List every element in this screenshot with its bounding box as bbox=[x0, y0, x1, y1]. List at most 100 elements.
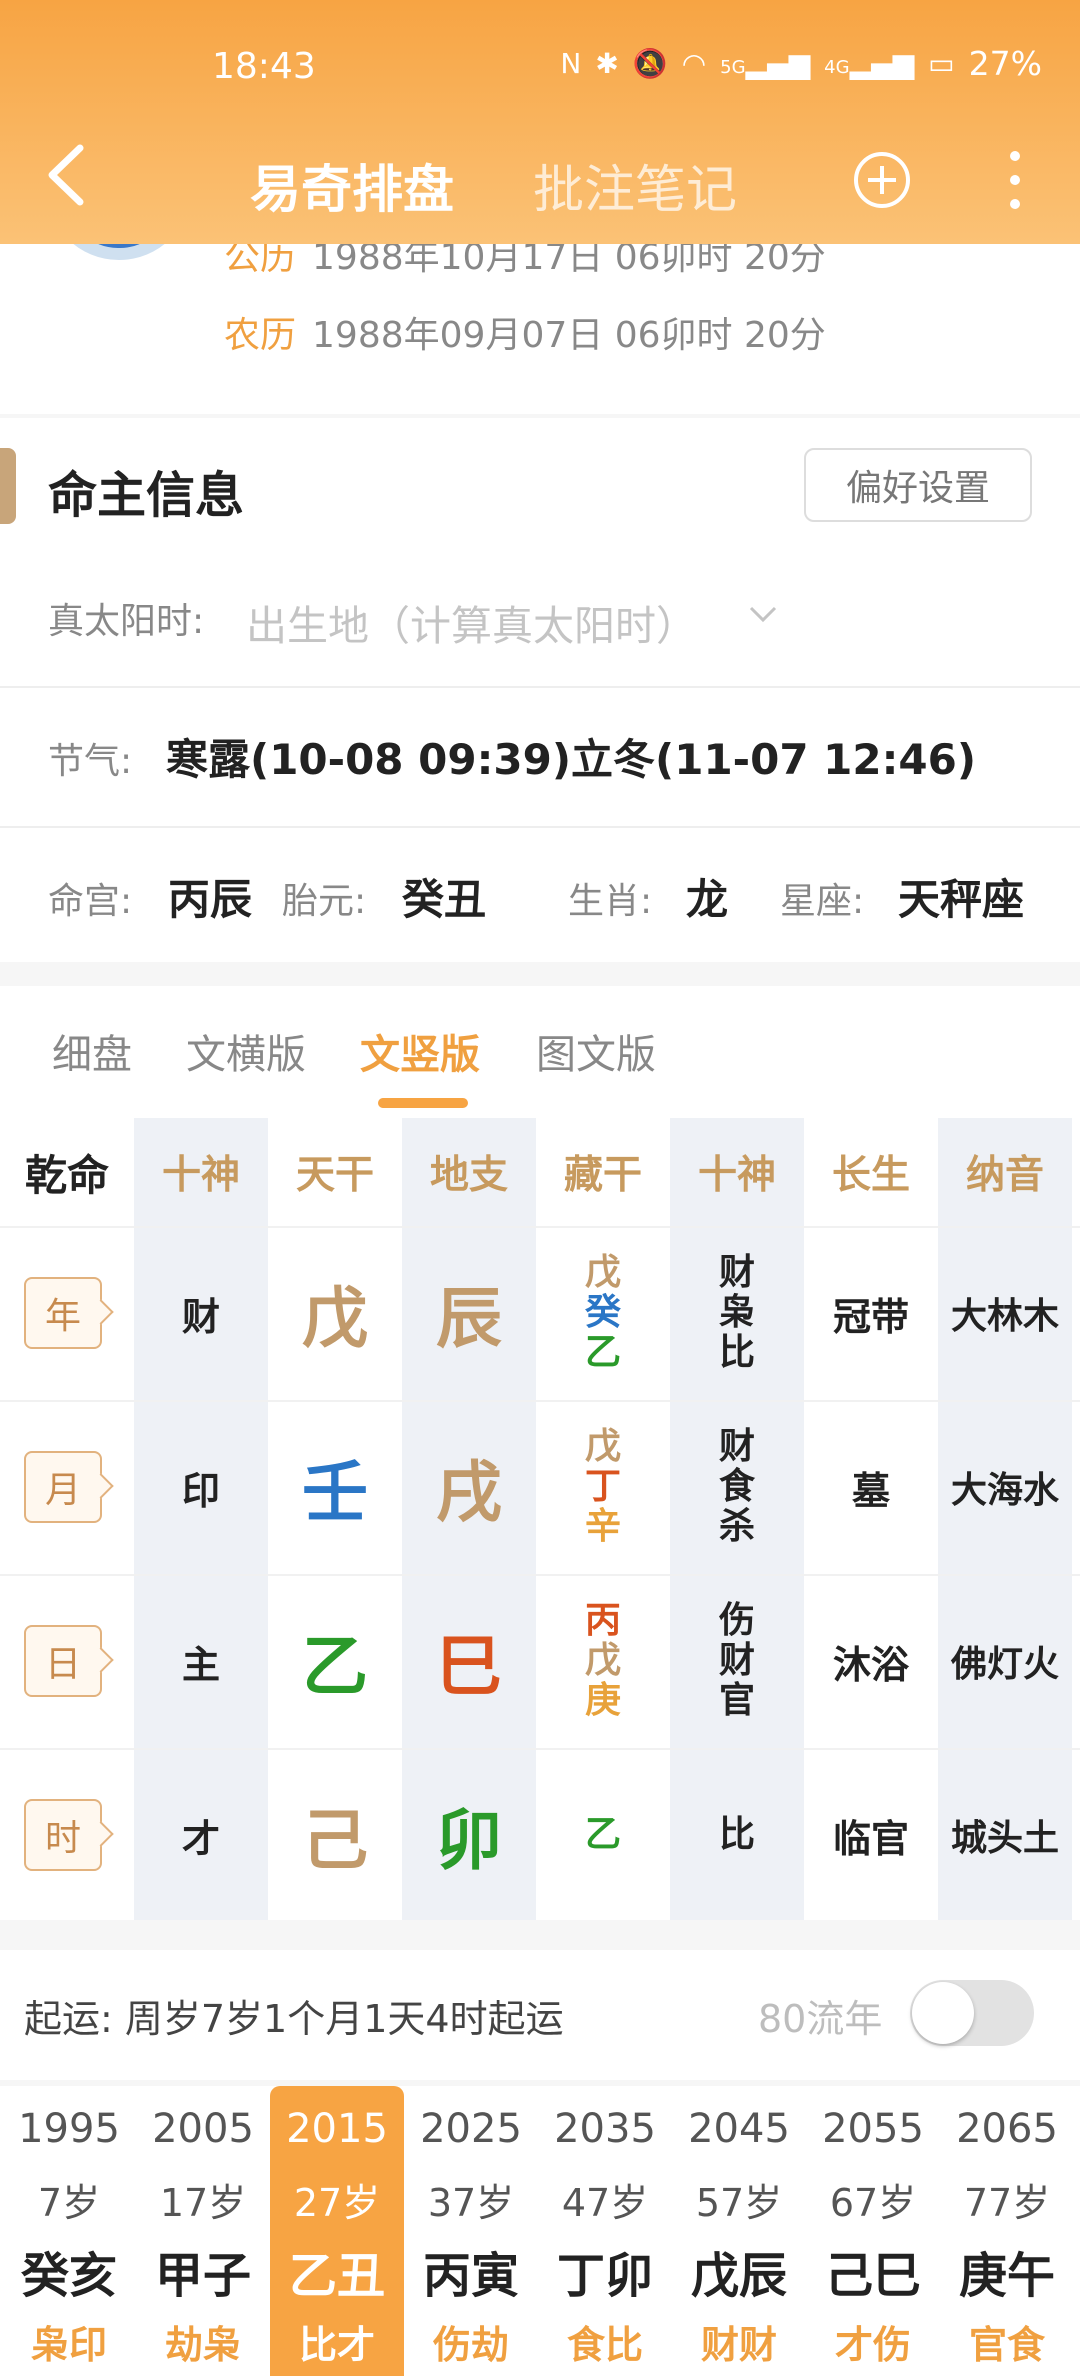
minggong-value: 丙辰 bbox=[168, 875, 253, 924]
dayun-item[interactable]: 2025 37岁丙寅伤劫 bbox=[404, 2086, 538, 2376]
canggan-cell: 戊癸乙 bbox=[536, 1226, 670, 1400]
column-header: 天干 bbox=[295, 1153, 374, 1198]
section-accent-bar bbox=[0, 448, 16, 524]
dayun-year: 2055 bbox=[822, 2106, 924, 2152]
nayin-cell: 佛灯火 bbox=[950, 1644, 1059, 1685]
liunian-toggle[interactable] bbox=[910, 1980, 1034, 2046]
dayun-item[interactable]: 2065 77岁 庚午 官食 bbox=[940, 2086, 1074, 2376]
dayun-age: 37岁 bbox=[427, 2181, 515, 2225]
birthplace-select[interactable]: 出生地（计算真太阳时） bbox=[246, 592, 697, 652]
pillar-label[interactable]: 月 bbox=[24, 1451, 102, 1523]
dayun-age: 7岁 bbox=[37, 2181, 101, 2225]
tab-graphic[interactable]: 图文版 bbox=[536, 1022, 656, 1080]
more-icon[interactable] bbox=[1000, 148, 1030, 212]
canggan-char: 乙 bbox=[584, 1332, 621, 1373]
canggan-shishen-cell: 伤财官 bbox=[670, 1574, 804, 1748]
dayun-ganzhi: 丙寅 bbox=[422, 2248, 519, 2304]
dayun-shishen: 伤劫 bbox=[432, 2323, 509, 2367]
canggan-shishen-cell: 财枭比 bbox=[670, 1226, 804, 1400]
canggan-shishen-char: 杀 bbox=[718, 1506, 755, 1547]
dayun-item[interactable]: 2055 67岁 己巳 才伤 bbox=[806, 2086, 940, 2376]
dayun-shishen: 劫枭 bbox=[164, 2323, 241, 2367]
pillar-label[interactable]: 年 bbox=[24, 1277, 102, 1349]
canggan-shishen-char: 财 bbox=[718, 1426, 755, 1467]
canggan-char: 丙 bbox=[584, 1600, 621, 1641]
preference-button[interactable]: 偏好设置 bbox=[804, 448, 1032, 522]
canggan-cell: 乙 bbox=[536, 1748, 670, 1922]
battery-percent: 27% bbox=[968, 44, 1042, 83]
dizhi-cell: 巳 bbox=[436, 1628, 502, 1705]
dayun-ganzhi: 丁卯 bbox=[556, 2248, 653, 2304]
canggan-shishen-cell: 比 bbox=[670, 1748, 804, 1922]
true-solar-label: 真太阳时: bbox=[48, 601, 205, 642]
tab-text-horizontal[interactable]: 文横版 bbox=[186, 1022, 306, 1080]
add-icon[interactable] bbox=[852, 150, 912, 210]
status-icons: N ✱ 🔕 ◠ 5G▂▄▆ 4G▂▄▆ ▭ 27% bbox=[560, 44, 1042, 83]
bluetooth-icon: ✱ bbox=[595, 47, 619, 80]
canggan-char: 丁 bbox=[584, 1466, 621, 1507]
divider bbox=[0, 686, 1080, 688]
gender-label: 乾命 bbox=[24, 1150, 109, 1200]
dayun-year: 2045 bbox=[688, 2106, 790, 2152]
changsheng-cell: 临官 bbox=[832, 1816, 909, 1861]
dayun-year: 2005 bbox=[152, 2106, 254, 2152]
dizhi-cell: 辰 bbox=[436, 1280, 502, 1357]
dayun-age: 77岁 bbox=[963, 2181, 1051, 2225]
jieqi-value: 寒露(10-08 09:39)立冬(11-07 12:46) bbox=[166, 735, 977, 784]
xingzuo-label: 星座: bbox=[780, 881, 865, 922]
page-title[interactable]: 易奇排盘 bbox=[250, 148, 454, 222]
tiangan-cell: 戊 bbox=[302, 1280, 368, 1357]
dayun-shishen: 食比 bbox=[566, 2323, 643, 2367]
canggan-shishen-char: 枭 bbox=[718, 1292, 755, 1333]
dayun-shishen: 官食 bbox=[968, 2323, 1045, 2367]
canggan-shishen-char: 食 bbox=[718, 1466, 755, 1507]
dayun-year: 2065 bbox=[956, 2106, 1058, 2152]
canggan-cell: 戊丁辛 bbox=[536, 1400, 670, 1574]
dayun-shishen: 比才 bbox=[298, 2323, 375, 2367]
dayun-item[interactable]: 2005 17岁 甲子 劫枭 bbox=[136, 2086, 270, 2376]
shishen-cell: 财 bbox=[181, 1294, 220, 1339]
pillar-label[interactable]: 日 bbox=[24, 1625, 102, 1697]
toggle-knob bbox=[912, 1982, 974, 2044]
app-header: 18:43 N ✱ 🔕 ◠ 5G▂▄▆ 4G▂▄▆ ▭ 27% 易奇排盘 批注笔… bbox=[0, 0, 1080, 244]
annotation-tab[interactable]: 批注笔记 bbox=[533, 148, 737, 222]
liunian-label: 80流年 bbox=[758, 1997, 883, 2041]
dayun-ganzhi: 戊辰 bbox=[690, 2248, 787, 2304]
dizhi-cell: 卯 bbox=[436, 1802, 502, 1879]
status-time: 18:43 bbox=[212, 46, 316, 87]
dayun-item[interactable]: 2035 47岁 丁卯 食比 bbox=[538, 2086, 672, 2376]
dayun-year: 2035 bbox=[554, 2106, 656, 2152]
bazi-grid: 乾命 十神 天干 地支 藏干 十神 长生 纳音年财戊辰戊癸乙财枭比冠带 大林木月印壬戌戊丁辛财食… bbox=[0, 1118, 1080, 1920]
canggan-shishen-char: 比 bbox=[718, 1332, 755, 1373]
column-header: 十神 bbox=[697, 1153, 776, 1198]
dayun-year: 2015 bbox=[286, 2106, 388, 2152]
shengxiao-label: 生肖: bbox=[568, 881, 653, 922]
canggan-char: 戊 bbox=[584, 1252, 621, 1293]
signal-4g-icon: 4G▂▄▆ bbox=[824, 47, 915, 80]
back-icon[interactable] bbox=[40, 140, 96, 210]
mute-bell-icon: 🔕 bbox=[632, 47, 668, 80]
dayun-item[interactable]: 1995 7岁 癸亥 枭印 bbox=[2, 2086, 136, 2376]
nayin-cell: 大林木 bbox=[950, 1296, 1059, 1337]
dayun-year: 2025 bbox=[420, 2106, 522, 2152]
battery-icon: ▭ bbox=[928, 47, 955, 80]
chevron-down-icon[interactable] bbox=[748, 604, 778, 624]
dayun-item[interactable]: 2045 57岁 戊辰 财财 bbox=[672, 2086, 806, 2376]
column-header: 藏干 bbox=[563, 1153, 642, 1198]
dayun-age: 27岁 bbox=[293, 2181, 381, 2225]
changsheng-cell: 沐浴 bbox=[832, 1642, 909, 1687]
tab-detail[interactable]: 细盘 bbox=[52, 1022, 132, 1080]
taiyuan-value: 癸丑 bbox=[402, 875, 487, 924]
shishen-cell: 才 bbox=[181, 1816, 220, 1861]
dayun-ganzhi: 乙丑 bbox=[288, 2248, 385, 2304]
tab-text-vertical[interactable]: 文竖版 bbox=[360, 1022, 480, 1080]
tiangan-cell: 壬 bbox=[302, 1454, 368, 1531]
pillar-label[interactable]: 时 bbox=[24, 1799, 102, 1871]
divider bbox=[0, 826, 1080, 828]
canggan-shishen-char: 官 bbox=[718, 1680, 755, 1721]
nayin-cell: 大海水 bbox=[950, 1470, 1059, 1511]
wifi-icon: ◠ bbox=[681, 47, 707, 80]
dayun-item[interactable]: 2015 27岁乙丑比才 bbox=[270, 2086, 404, 2376]
canggan-cell: 丙戊庚 bbox=[536, 1574, 670, 1748]
canggan-char: 辛 bbox=[584, 1506, 621, 1547]
